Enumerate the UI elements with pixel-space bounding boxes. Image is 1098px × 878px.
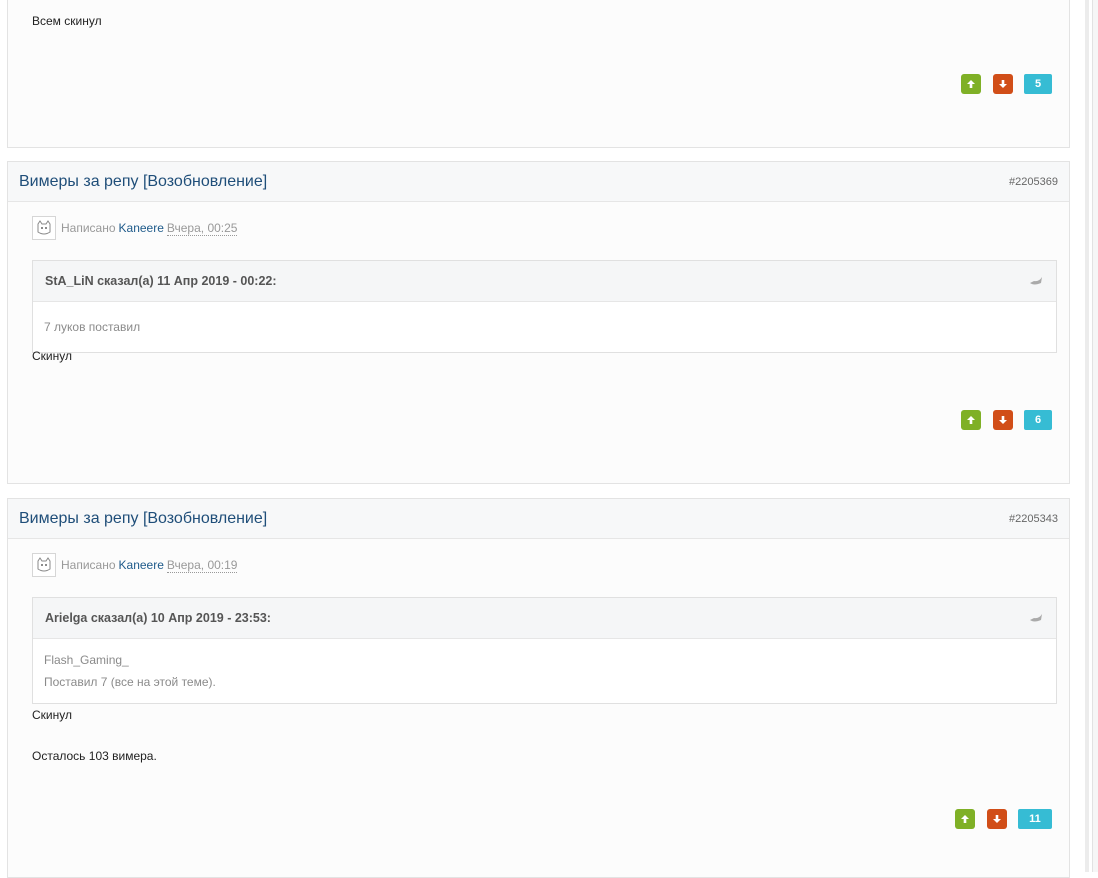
post-header: Вимеры за репу [Возобновление] #2205343 bbox=[8, 499, 1069, 539]
post-actions: 11 bbox=[943, 809, 1052, 829]
post-author-link[interactable]: Kaneere bbox=[119, 558, 164, 572]
quote-line: 7 луков поставил bbox=[44, 320, 141, 334]
quote-line: Поставил 7 (все на этой теме). bbox=[44, 675, 216, 689]
quote-link-icon[interactable] bbox=[1028, 612, 1044, 624]
post-permalink[interactable]: #2205343 bbox=[1009, 513, 1058, 525]
vote-down-button[interactable] bbox=[993, 74, 1013, 94]
vote-up-button[interactable] bbox=[961, 410, 981, 430]
quote-link-icon[interactable] bbox=[1028, 275, 1044, 287]
quote-block: StA_LiN сказал(а) 11 Апр 2019 - 00:22: 7… bbox=[32, 260, 1057, 353]
arrow-up-icon bbox=[961, 815, 969, 823]
quote-body: 7 луков поставил bbox=[33, 302, 1056, 352]
quote-block: Arielga сказал(а) 10 Апр 2019 - 23:53: F… bbox=[32, 597, 1057, 704]
post-meta: Написано Kaneere Вчера, 00:25 bbox=[32, 216, 238, 240]
post-date: Вчера, 00:19 bbox=[166, 557, 238, 573]
written-by-label: Написано bbox=[61, 221, 116, 235]
post-body-text: Всем скинул bbox=[32, 14, 102, 28]
quote-header: StA_LiN сказал(а) 11 Апр 2019 - 00:22: bbox=[33, 261, 1056, 302]
post-body-text: Осталось 103 вимера. bbox=[32, 749, 157, 763]
avatar[interactable] bbox=[32, 553, 56, 577]
reputation-count: 5 bbox=[1024, 74, 1052, 94]
quote-citation: StA_LiN сказал(а) 11 Апр 2019 - 00:22: bbox=[45, 274, 277, 288]
written-by-label: Написано bbox=[61, 558, 116, 572]
post-author-link[interactable]: Kaneere bbox=[119, 221, 164, 235]
post-header: Вимеры за репу [Возобновление] #2205369 bbox=[8, 162, 1069, 202]
reputation-count: 6 bbox=[1024, 410, 1052, 430]
quote-header: Arielga сказал(а) 10 Апр 2019 - 23:53: bbox=[33, 598, 1056, 639]
post-body-text: Скинул bbox=[32, 708, 72, 722]
quote-body: Flash_Gaming_ Поставил 7 (все на этой те… bbox=[33, 639, 1056, 703]
side-rail bbox=[1085, 0, 1089, 872]
arrow-down-icon bbox=[999, 416, 1007, 424]
vote-down-button[interactable] bbox=[993, 410, 1013, 430]
arrow-down-icon bbox=[999, 80, 1007, 88]
post-actions: 5 bbox=[949, 74, 1052, 94]
arrow-down-icon bbox=[993, 815, 1001, 823]
quote-citation: Arielga сказал(а) 10 Апр 2019 - 23:53: bbox=[45, 611, 271, 625]
arrow-up-icon bbox=[967, 80, 975, 88]
post-title-link[interactable]: Вимеры за репу [Возобновление] bbox=[19, 510, 267, 528]
avatar-icon bbox=[37, 557, 51, 572]
scrollbar-track[interactable] bbox=[1092, 0, 1098, 872]
vote-up-button[interactable] bbox=[961, 74, 981, 94]
arrow-up-icon bbox=[967, 416, 975, 424]
avatar[interactable] bbox=[32, 216, 56, 240]
post-date: Вчера, 00:25 bbox=[166, 220, 238, 236]
quote-line: Flash_Gaming_ bbox=[44, 653, 129, 667]
post-actions: 6 bbox=[949, 410, 1052, 430]
vote-down-button[interactable] bbox=[987, 809, 1007, 829]
post: Всем скинул 5 bbox=[7, 0, 1070, 148]
post-permalink[interactable]: #2205369 bbox=[1009, 176, 1058, 188]
post-title-link[interactable]: Вимеры за репу [Возобновление] bbox=[19, 173, 267, 191]
post: Вимеры за репу [Возобновление] #2205343 … bbox=[7, 498, 1070, 878]
post-body-text: Скинул bbox=[32, 349, 72, 363]
post-meta: Написано Kaneere Вчера, 00:19 bbox=[32, 553, 238, 577]
reputation-count: 11 bbox=[1018, 809, 1052, 829]
post: Вимеры за репу [Возобновление] #2205369 … bbox=[7, 161, 1070, 484]
avatar-icon bbox=[37, 220, 51, 235]
vote-up-button[interactable] bbox=[955, 809, 975, 829]
